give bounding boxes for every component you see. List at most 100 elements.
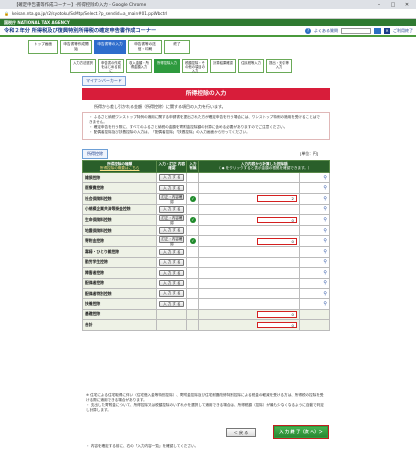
- deduction-name: 雑損控除: [81, 171, 158, 184]
- input-button[interactable]: 入 力 す る: [159, 300, 185, 308]
- deduction-name: 地震保険料控除: [81, 224, 158, 237]
- amount-cell: [198, 298, 300, 310]
- minimize-icon[interactable]: –: [372, 0, 386, 9]
- edit-confirm-button[interactable]: 訂正・内容確認: [159, 193, 185, 204]
- search-button[interactable]: [374, 28, 381, 34]
- header-amount: 入力内容から計算した控除額 （ ◆ をクリックすると表示金額の根拠を確認できます…: [198, 160, 330, 173]
- question-icon[interactable]: ?: [305, 28, 311, 34]
- substep-result: 計算結果確認: [210, 59, 236, 73]
- amount-cell: 0: [198, 235, 300, 248]
- deduction-name: 障害者控除: [81, 267, 158, 279]
- table-row: 社会保険料控除 訂正・内容確認 ✓ 2 ⚲: [81, 192, 331, 205]
- tab-deductions[interactable]: 所得控除: [82, 149, 108, 159]
- deduction-name: 基礎控除: [81, 308, 158, 321]
- intro-text: 所得から差し引かれる金額（所得控除）に関する項目の入力を行います。: [94, 104, 226, 109]
- header-input: 入力・訂正 内容確認: [156, 160, 188, 173]
- input-button[interactable]: 入 力 す る: [159, 248, 185, 256]
- edit-confirm-button[interactable]: 訂正・内容確認: [159, 236, 185, 246]
- entered-cell: [186, 319, 200, 331]
- search-input[interactable]: [341, 28, 371, 34]
- deduction-name: 配偶者控除: [81, 277, 158, 289]
- table-row: 扶養控除入 力 す る ⚲: [81, 298, 331, 310]
- detail-cell: ⚲: [298, 235, 331, 248]
- input-cell: 入 力 す る: [156, 287, 188, 300]
- input-button[interactable]: 入 力 す る: [159, 269, 185, 277]
- amount-cell: 0: [198, 319, 300, 331]
- mynumber-card-badge[interactable]: マイナンバーカード: [82, 76, 126, 86]
- input-button[interactable]: 入 力 す る: [159, 184, 185, 192]
- amount-cell: 2: [198, 192, 300, 205]
- deduction-amount: 2: [256, 195, 297, 202]
- deduction-name: 小規模企業共済等掛金控除: [81, 203, 158, 216]
- detail-search-icon[interactable]: ⚲: [321, 291, 327, 297]
- url-text[interactable]: keisan.nta.go.jp/r2/syotoku/SsMtp/Select…: [12, 11, 167, 16]
- input-cell: 訂正・内容確認: [156, 192, 188, 205]
- detail-search-icon[interactable]: ⚲: [321, 280, 327, 286]
- end-session-link[interactable]: ご利用終了: [393, 28, 413, 34]
- detail-cell: ⚲: [298, 182, 331, 194]
- deduction-name: 社会保険料控除: [81, 192, 158, 205]
- amount-cell: [198, 224, 300, 237]
- table-row: 寄附金控除 訂正・内容確認 ✓ 0 ⚲: [81, 235, 331, 248]
- input-cell: 入 力 す る: [156, 171, 188, 184]
- detail-search-icon[interactable]: ⚲: [321, 217, 327, 223]
- address-bar[interactable]: 🔒 keisan.nta.go.jp/r2/syotoku/SsMtp/Sele…: [0, 9, 416, 19]
- table-header-row: 所得控除の種類 所得控除の概要はこちら 入力・訂正 内容確認 入力 有無 入力内…: [81, 160, 330, 173]
- deduction-amount: 0: [256, 321, 297, 329]
- entered-cell: ✓: [186, 192, 200, 205]
- deduction-overview-link[interactable]: 所得控除の概要はこちら: [84, 166, 155, 170]
- table-row: 配偶者控除入 力 す る ⚲: [81, 277, 331, 289]
- app-header: 令和２年分 所得税及び復興特別所得税の確定申告書作成コーナー ? よくある質問 …: [0, 26, 416, 37]
- finish-input-next-button[interactable]: 入 力 終 了（次 へ）＞: [273, 425, 329, 439]
- detail-search-icon[interactable]: ⚲: [321, 196, 327, 202]
- lock-icon: 🔒: [4, 11, 9, 16]
- edit-confirm-button[interactable]: 訂正・内容確認: [159, 214, 185, 225]
- detail-cell: ⚲: [298, 171, 331, 184]
- close-icon[interactable]: ✕: [384, 28, 390, 34]
- entered-cell: [186, 224, 200, 237]
- detail-search-icon[interactable]: ⚲: [321, 238, 327, 244]
- detail-search-icon[interactable]: ⚲: [321, 175, 327, 181]
- detail-search-icon[interactable]: ⚲: [321, 249, 327, 255]
- step-end: 終了: [164, 40, 190, 54]
- deduction-name: 扶養控除: [81, 298, 158, 310]
- close-window-icon[interactable]: ✕: [400, 0, 414, 9]
- progress-steps-sub: 入力方法選択 申告書の作成をはじめる前に 収入金額・所得金額入力 所得控除入力 …: [70, 59, 292, 73]
- window-title: 【確定申告書等作成コーナー】-所得控除の入力 - Google Chrome: [14, 2, 147, 8]
- amount-cell: [198, 171, 300, 184]
- table-row: 地震保険料控除入 力 す る ⚲: [81, 224, 331, 237]
- table-row: 小規模企業共済等掛金控除入 力 す る ⚲: [81, 203, 331, 216]
- detail-search-icon[interactable]: ⚲: [321, 206, 327, 212]
- entered-cell: [186, 277, 200, 289]
- input-button[interactable]: 入 力 す る: [159, 259, 185, 266]
- input-cell: 入 力 す る: [156, 298, 188, 310]
- detail-cell: ⚲: [298, 246, 331, 258]
- input-button[interactable]: 入 力 す る: [159, 174, 185, 181]
- input-button[interactable]: 入 力 す る: [159, 227, 185, 234]
- input-button[interactable]: 入 力 す る: [159, 279, 185, 287]
- check-icon: ✓: [189, 195, 196, 202]
- agency-bar: 国税庁 NATIONAL TAX AGENCY: [0, 19, 416, 26]
- substep-tax-credit: 税額控除・その他の項目の入力: [182, 59, 208, 73]
- back-button[interactable]: ＜ 戻 る: [226, 428, 256, 437]
- faq-link[interactable]: よくある質問: [314, 28, 338, 34]
- detail-search-icon[interactable]: ⚲: [321, 301, 327, 307]
- entered-cell: [186, 308, 200, 321]
- amount-cell: [198, 246, 300, 258]
- detail-search-icon[interactable]: ⚲: [321, 228, 327, 234]
- entered-cell: [186, 171, 200, 184]
- detail-search-icon[interactable]: ⚲: [321, 185, 327, 191]
- maximize-icon[interactable]: □: [386, 0, 400, 9]
- detail-cell: [298, 319, 331, 331]
- detail-search-icon[interactable]: ⚲: [321, 270, 327, 276]
- deduction-name: 寄附金控除: [81, 235, 158, 248]
- detail-search-icon[interactable]: ⚲: [321, 259, 327, 265]
- substep-deduction: 所得控除入力: [154, 59, 180, 73]
- entered-cell: ✓: [186, 235, 200, 248]
- table-row: 障害者控除入 力 す る ⚲: [81, 267, 331, 279]
- bottom-note: ・ 内容を確定する前に、右の「入力内容一覧」を確認してください。: [86, 444, 199, 448]
- amount-cell: [198, 203, 300, 216]
- substep-income: 収入金額・所得金額入力: [126, 59, 152, 73]
- input-button[interactable]: 入 力 す る: [159, 290, 185, 297]
- input-button[interactable]: 入 力 す る: [159, 206, 185, 213]
